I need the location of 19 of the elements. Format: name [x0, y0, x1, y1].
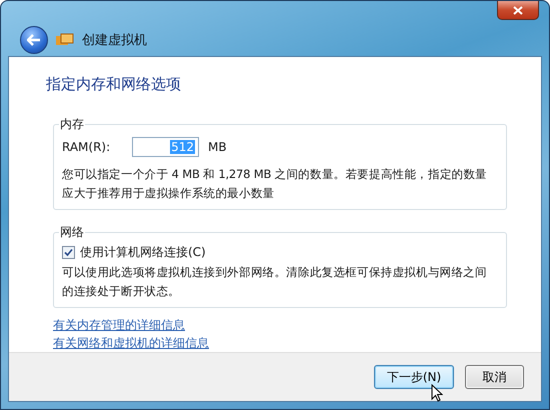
close-button[interactable]: [497, 1, 539, 20]
virtual-machine-icon: [56, 33, 74, 48]
help-link[interactable]: 有关内存管理的详细信息: [53, 316, 185, 334]
back-arrow-icon: [27, 34, 41, 46]
page-heading: 指定内存和网络选项: [46, 75, 182, 94]
memory-description: 您可以指定一个介于 4 MB 和 1,278 MB 之间的数量。若要提高性能，指定的数量应大于推荐用于虚拟操作系统的最小数量: [62, 166, 488, 202]
checkbox[interactable]: [62, 246, 75, 258]
network-description: 可以使用此选项将虚拟机连接到外部网络。清除此复选框可保持虚拟机与网络之间的连接处于断开状态。: [62, 264, 488, 300]
ram-label: RAM(R):: [62, 140, 112, 154]
checkbox-label: 使用计算机网络连接(C): [80, 244, 206, 260]
window-title: 创建虚拟机: [82, 32, 147, 50]
group-title: 网络: [59, 224, 85, 241]
cancel-button[interactable]: 取消: [465, 365, 524, 389]
next-button[interactable]: 下一步(N): [374, 365, 454, 389]
unit-label: MB: [208, 140, 227, 154]
group-title: 内存: [59, 116, 85, 133]
close-icon: [513, 6, 523, 14]
back-button[interactable]: [20, 26, 48, 54]
help-link[interactable]: 有关网络和虚拟机的详细信息: [53, 334, 209, 352]
